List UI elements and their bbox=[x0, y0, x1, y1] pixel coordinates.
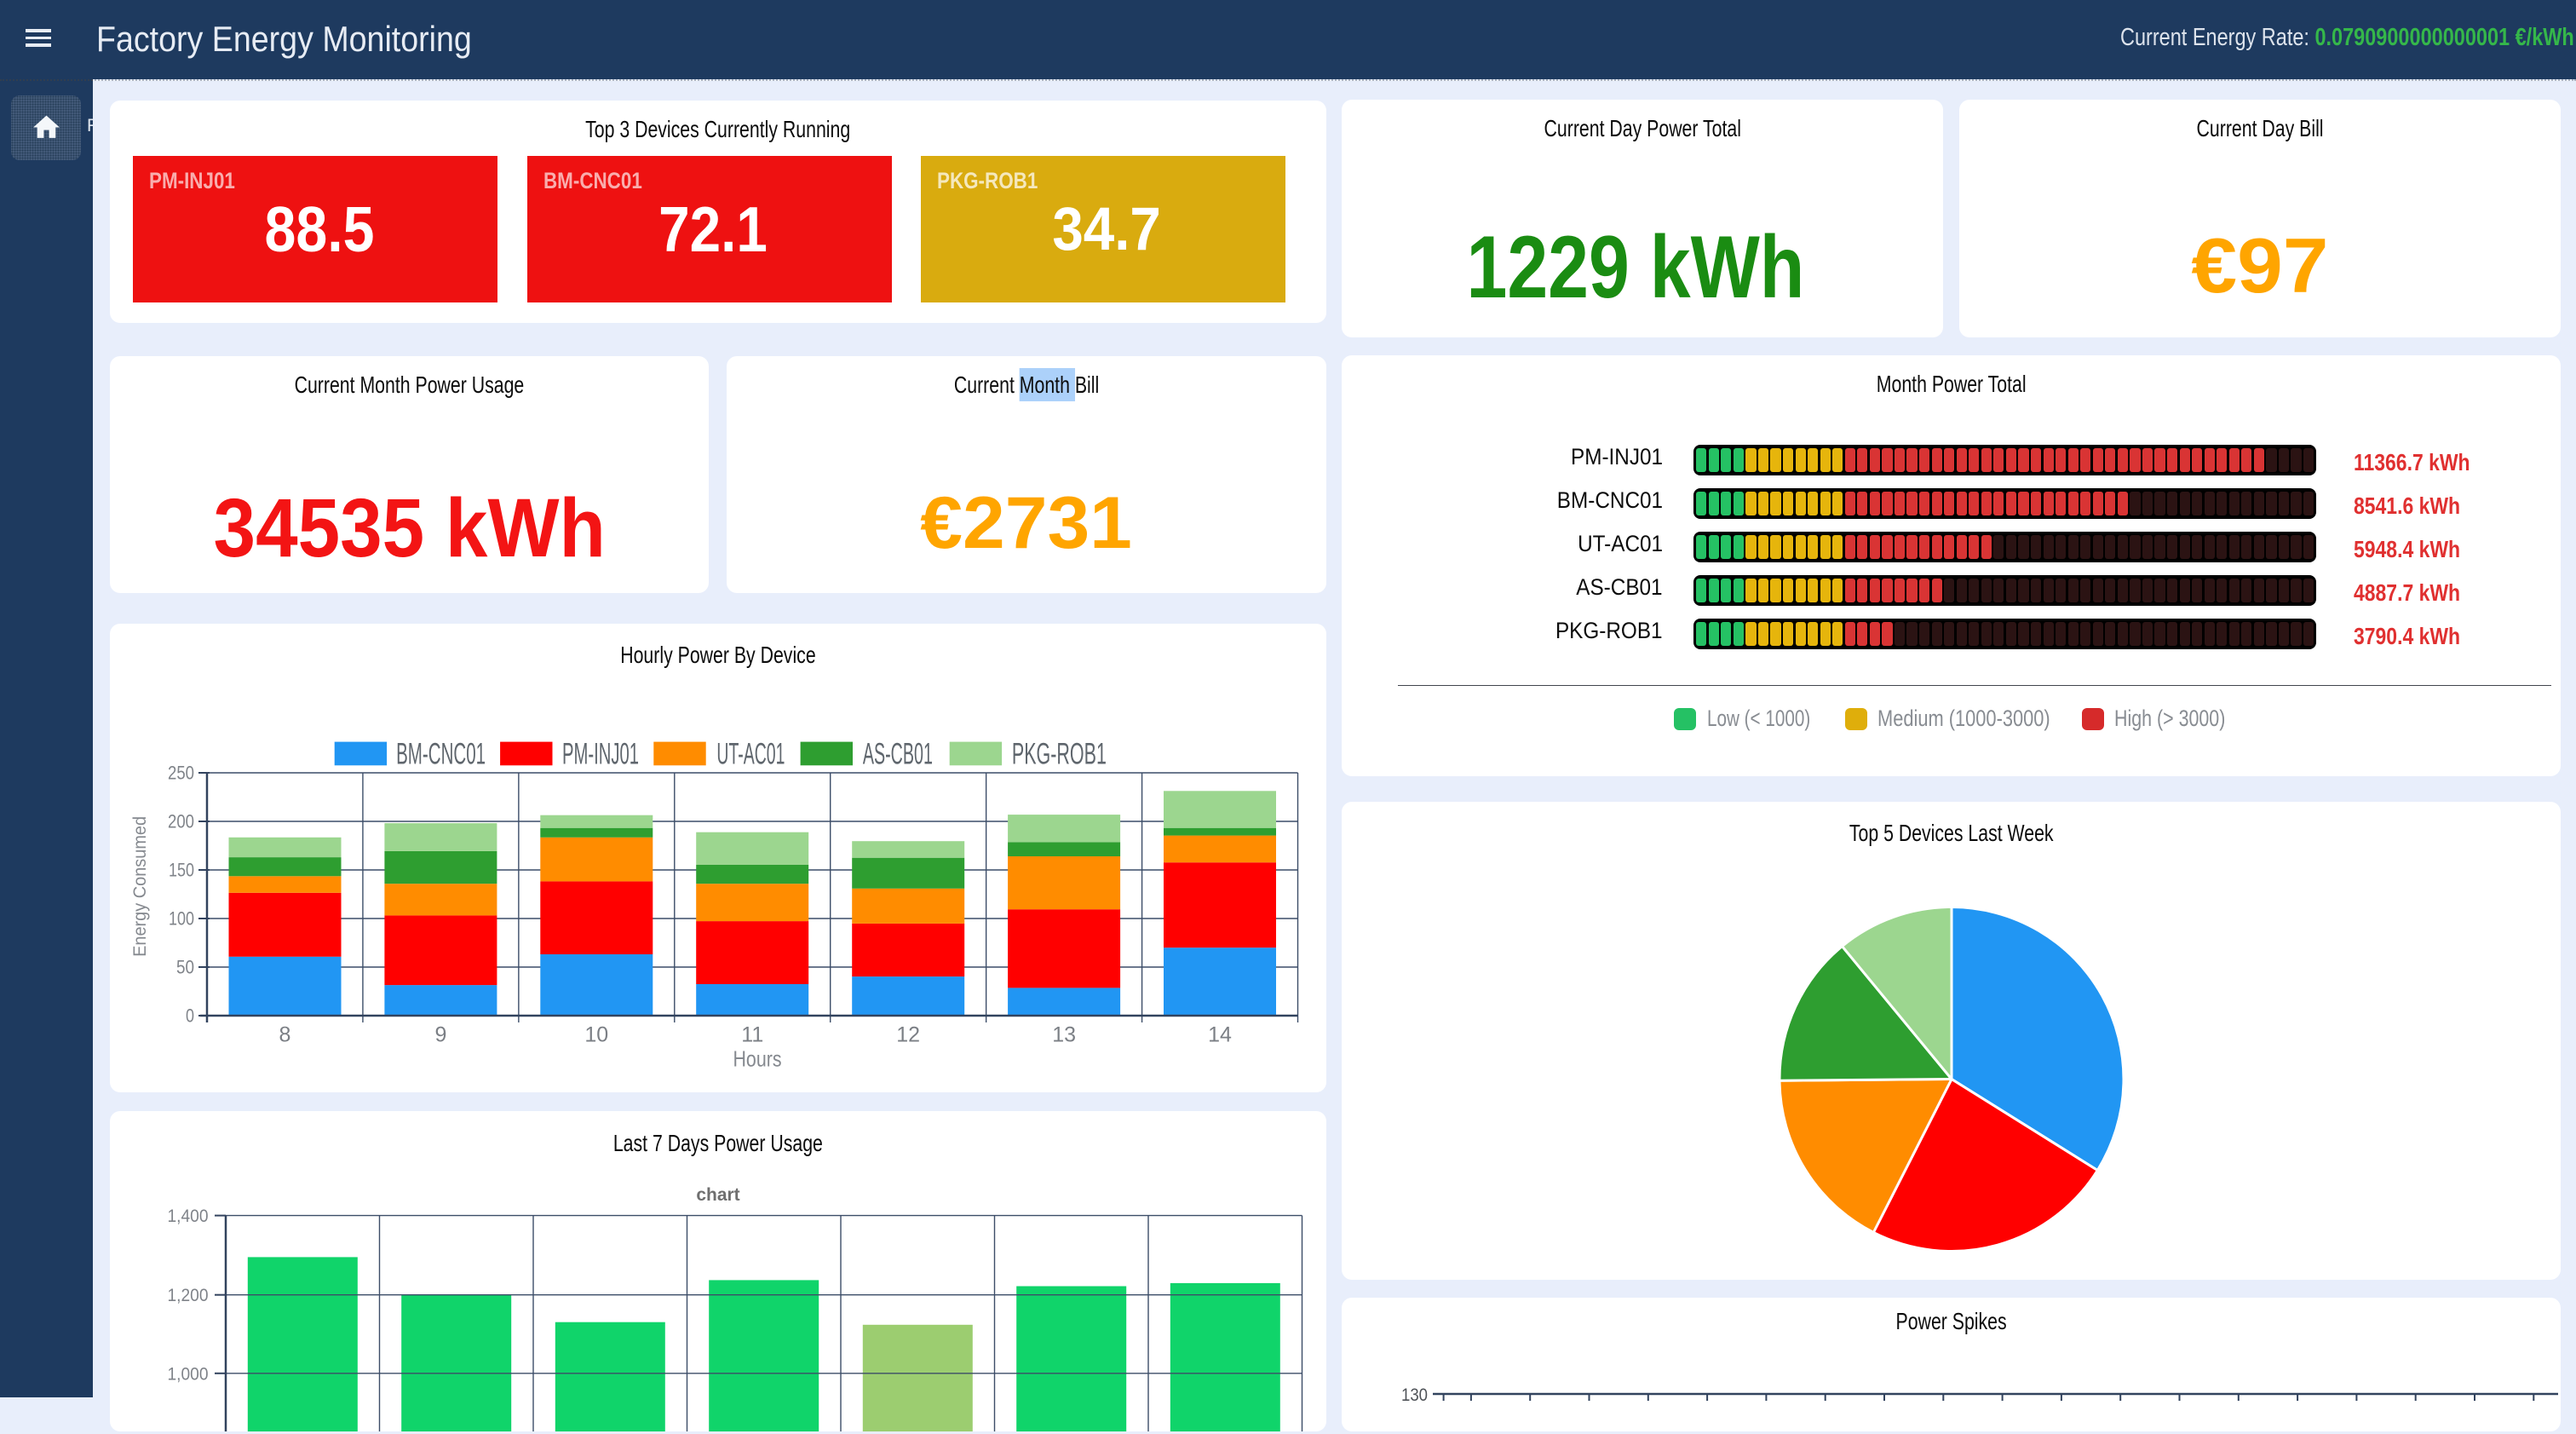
svg-text:UT-AC01: UT-AC01 bbox=[716, 737, 785, 770]
svg-text:14: 14 bbox=[1208, 1023, 1232, 1047]
svg-text:100: 100 bbox=[169, 908, 194, 930]
svg-text:250: 250 bbox=[168, 763, 194, 784]
svg-text:BM-CNC01: BM-CNC01 bbox=[396, 737, 486, 770]
svg-text:Hours: Hours bbox=[733, 1046, 782, 1072]
svg-text:150: 150 bbox=[169, 860, 194, 881]
svg-text:130: 130 bbox=[1401, 1385, 1428, 1405]
svg-text:10: 10 bbox=[584, 1023, 608, 1047]
svg-text:9: 9 bbox=[434, 1023, 446, 1047]
svg-text:PKG-ROB1: PKG-ROB1 bbox=[1012, 737, 1107, 770]
svg-text:50: 50 bbox=[176, 957, 194, 978]
svg-text:PM-INJ01: PM-INJ01 bbox=[562, 737, 639, 770]
svg-text:200: 200 bbox=[168, 811, 194, 832]
svg-text:11: 11 bbox=[741, 1023, 763, 1047]
svg-text:1,400: 1,400 bbox=[168, 1207, 209, 1226]
svg-text:Energy Consumed: Energy Consumed bbox=[130, 816, 150, 957]
svg-text:13: 13 bbox=[1052, 1023, 1076, 1047]
svg-text:0: 0 bbox=[186, 1005, 194, 1027]
svg-text:1,200: 1,200 bbox=[168, 1286, 209, 1305]
svg-text:1,000: 1,000 bbox=[168, 1364, 209, 1384]
svg-text:8: 8 bbox=[279, 1023, 291, 1047]
svg-text:12: 12 bbox=[896, 1023, 920, 1047]
svg-text:AS-CB01: AS-CB01 bbox=[863, 737, 933, 770]
